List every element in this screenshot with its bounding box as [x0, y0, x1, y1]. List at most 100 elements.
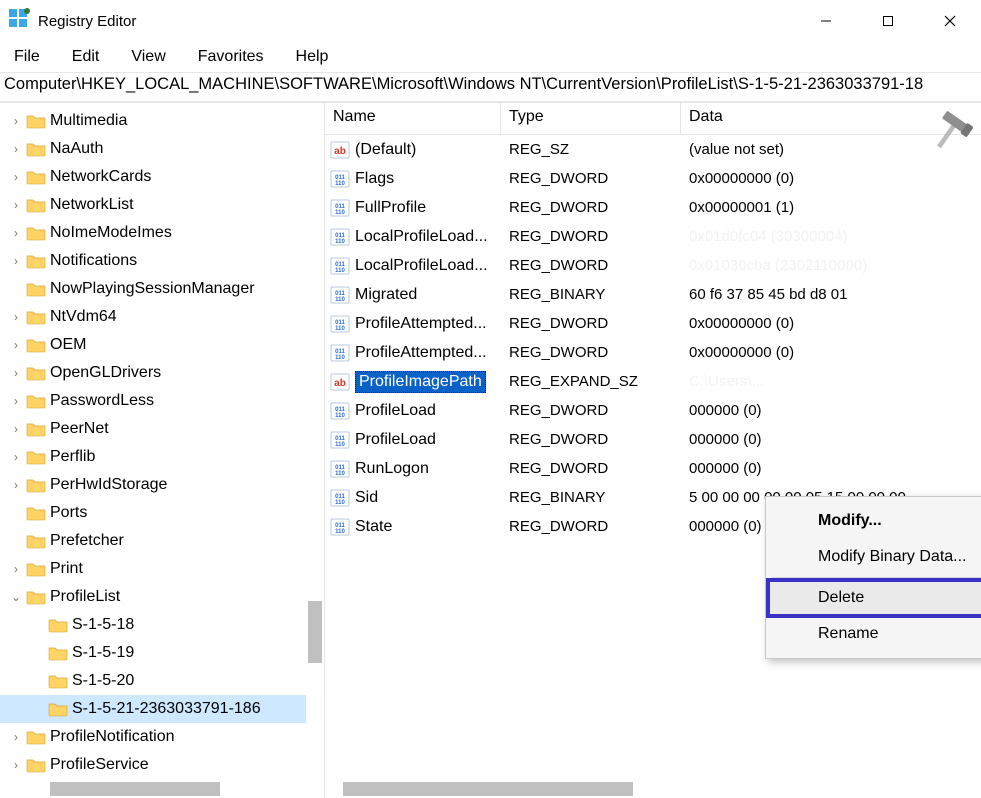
value-row[interactable]: 011110MigratedREG_BINARY60 f6 37 85 45 b…	[325, 280, 981, 309]
chevron-right-icon[interactable]: ›	[8, 114, 24, 128]
tree-item[interactable]: ›NtVdm64	[0, 303, 324, 331]
tree-item[interactable]: ›OpenGLDrivers	[0, 359, 324, 387]
chevron-right-icon[interactable]: ›	[8, 450, 24, 464]
svg-text:ab: ab	[334, 146, 346, 157]
column-type[interactable]: Type	[501, 103, 681, 134]
value-row[interactable]: 011110RunLogonREG_DWORD000000 (0)	[325, 454, 981, 483]
ctx-modify-binary[interactable]: Modify Binary Data...	[768, 539, 981, 575]
binary-value-icon: 011110	[329, 487, 351, 509]
folder-icon	[26, 365, 46, 381]
chevron-right-icon[interactable]: ›	[8, 562, 24, 576]
column-name[interactable]: Name	[325, 103, 501, 134]
chevron-right-icon[interactable]: ›	[8, 394, 24, 408]
value-row[interactable]: abProfileImagePathREG_EXPAND_SZC:\Users\…	[325, 367, 981, 396]
address-bar[interactable]: Computer\HKEY_LOCAL_MACHINE\SOFTWARE\Mic…	[0, 72, 981, 102]
tree-item[interactable]: ›S-1-5-19	[0, 639, 324, 667]
chevron-right-icon[interactable]: ›	[8, 422, 24, 436]
tree-item[interactable]: › Perflib	[0, 443, 324, 471]
value-row[interactable]: ab(Default)REG_SZ(value not set)	[325, 135, 981, 164]
value-row[interactable]: 011110ProfileLoadREG_DWORD000000 (0)	[325, 425, 981, 454]
value-row[interactable]: 011110FullProfileREG_DWORD0x00000001 (1)	[325, 193, 981, 222]
chevron-right-icon[interactable]: ›	[8, 254, 24, 268]
tree-item[interactable]: ›Prefetcher	[0, 527, 324, 555]
chevron-down-icon[interactable]: ⌄	[8, 590, 24, 604]
maximize-button[interactable]	[857, 0, 919, 42]
tree-item-label: NetworkCards	[50, 168, 151, 186]
svg-text:110: 110	[335, 413, 345, 419]
menu-favorites[interactable]: Favorites	[194, 46, 268, 68]
tree-item[interactable]: ›S-1-5-21-2363033791-186	[0, 695, 324, 723]
value-name: FullProfile	[355, 199, 426, 217]
tree-item-label: S-1-5-21-2363033791-186	[72, 700, 261, 718]
chevron-right-icon[interactable]: ›	[8, 338, 24, 352]
tree-item[interactable]: › NetworkCards	[0, 163, 324, 191]
tree-item[interactable]: ›ProfileNotification	[0, 723, 324, 751]
chevron-right-icon[interactable]: ›	[8, 758, 24, 772]
chevron-right-icon[interactable]: ›	[8, 730, 24, 744]
values-horizontal-scrollbar[interactable]	[325, 780, 981, 798]
tree-item[interactable]: ›NoImeModeImes	[0, 219, 324, 247]
value-row[interactable]: 011110LocalProfileLoad...REG_DWORD0x01d0…	[325, 222, 981, 251]
titlebar: Registry Editor	[0, 0, 981, 42]
tree-item-label: Perflib	[50, 448, 95, 466]
tree-item[interactable]: ›Ports	[0, 499, 324, 527]
value-row[interactable]: 011110ProfileAttempted...REG_DWORD0x0000…	[325, 309, 981, 338]
value-row[interactable]: 011110LocalProfileLoad...REG_DWORD0x0103…	[325, 251, 981, 280]
titlebar-left: Registry Editor	[8, 8, 136, 34]
menu-view[interactable]: View	[127, 46, 169, 68]
menu-edit[interactable]: Edit	[68, 46, 104, 68]
values-list[interactable]: ab(Default)REG_SZ(value not set)011110Fl…	[325, 135, 981, 798]
tree-item[interactable]: ›ProfileService	[0, 751, 324, 779]
tree-item[interactable]: ›NetworkList	[0, 191, 324, 219]
string-value-icon: ab	[329, 371, 351, 393]
chevron-right-icon[interactable]: ›	[8, 478, 24, 492]
registry-tree[interactable]: ›Multimedia›NaAuth›NetworkCards›NetworkL…	[0, 103, 325, 798]
value-row[interactable]: 011110ProfileAttempted...REG_DWORD0x0000…	[325, 338, 981, 367]
tree-item[interactable]: ›PerHwIdStorage	[0, 471, 324, 499]
value-row[interactable]: 011110ProfileLoadREG_DWORD000000 (0)	[325, 396, 981, 425]
close-button[interactable]	[919, 0, 981, 42]
tree-item[interactable]: ⌄ProfileList	[0, 583, 324, 611]
ctx-delete[interactable]: Delete	[768, 580, 981, 616]
binary-value-icon: 011110	[329, 429, 351, 451]
values-header[interactable]: Name Type Data	[325, 103, 981, 135]
svg-text:110: 110	[335, 239, 345, 245]
tree-item[interactable]: ›S-1-5-20	[0, 667, 324, 695]
tree-item[interactable]: ›PeerNet	[0, 415, 324, 443]
value-type: REG_DWORD	[501, 431, 681, 448]
value-type: REG_DWORD	[501, 402, 681, 419]
tree-item[interactable]: ›NaAuth	[0, 135, 324, 163]
tree-item[interactable]: ›S-1-5-18	[0, 611, 324, 639]
chevron-right-icon[interactable]: ›	[8, 170, 24, 184]
tree-item[interactable]: ›Notifications	[0, 247, 324, 275]
tree-item[interactable]: ›OEM	[0, 331, 324, 359]
tree-vertical-scrollbar[interactable]	[306, 103, 324, 780]
chevron-right-icon[interactable]: ›	[8, 198, 24, 212]
chevron-right-icon[interactable]: ›	[8, 226, 24, 240]
value-data: 0x00000000 (0)	[681, 344, 981, 361]
value-name: LocalProfileLoad...	[355, 257, 488, 275]
value-name: Migrated	[355, 286, 417, 304]
values-pane: Name Type Data ab(Default)REG_SZ(value n…	[325, 103, 981, 798]
value-row[interactable]: 011110FlagsREG_DWORD0x00000000 (0)	[325, 164, 981, 193]
tree-horizontal-scrollbar[interactable]	[0, 780, 324, 798]
svg-text:ab: ab	[334, 378, 346, 389]
tree-item[interactable]: ›Multimedia	[0, 107, 324, 135]
minimize-button[interactable]	[795, 0, 857, 42]
content-area: ›Multimedia›NaAuth›NetworkCards›NetworkL…	[0, 102, 981, 798]
ctx-rename[interactable]: Rename	[768, 616, 981, 652]
tree-item[interactable]: ›Print	[0, 555, 324, 583]
value-name: ProfileLoad	[355, 431, 436, 449]
chevron-right-icon[interactable]: ›	[8, 142, 24, 156]
value-name: RunLogon	[355, 460, 429, 478]
menu-help[interactable]: Help	[292, 46, 333, 68]
ctx-modify[interactable]: Modify...	[768, 503, 981, 539]
value-name: ProfileImagePath	[355, 371, 486, 393]
menu-file[interactable]: File	[10, 46, 44, 68]
tree-item[interactable]: ›PasswordLess	[0, 387, 324, 415]
value-type: REG_SZ	[501, 141, 681, 158]
tree-item[interactable]: ›NowPlayingSessionManager	[0, 275, 324, 303]
folder-icon	[26, 393, 46, 409]
chevron-right-icon[interactable]: ›	[8, 310, 24, 324]
chevron-right-icon[interactable]: ›	[8, 366, 24, 380]
